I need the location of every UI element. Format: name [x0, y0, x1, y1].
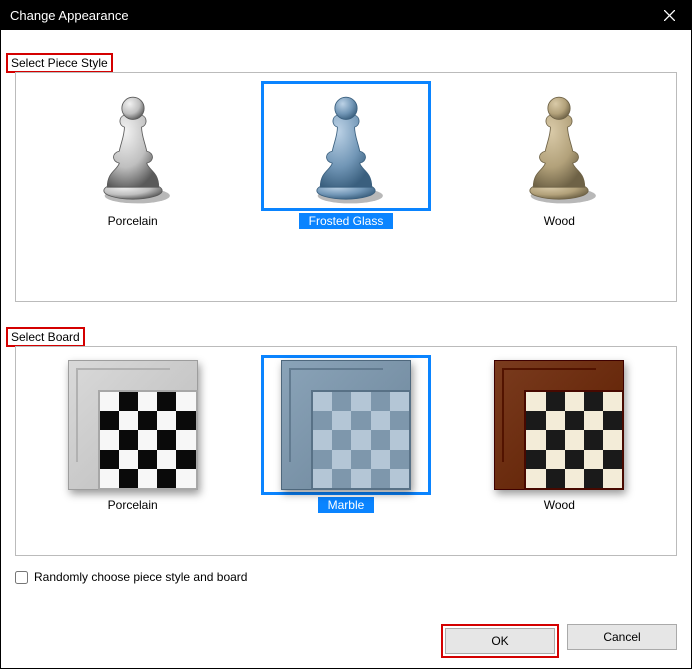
board-option-label: Porcelain: [98, 497, 168, 513]
board-option-label: Wood: [534, 497, 585, 513]
piece-option-porcelain[interactable]: Porcelain: [46, 81, 219, 229]
piece-option-label: Wood: [534, 213, 585, 229]
ok-button[interactable]: OK: [445, 628, 555, 654]
close-icon: [664, 10, 675, 21]
board-option-porcelain[interactable]: Porcelain: [46, 355, 219, 513]
pawn-icon: [301, 86, 391, 206]
board-option-label: Marble: [318, 497, 375, 513]
random-checkbox[interactable]: [15, 571, 28, 584]
board-option-wood[interactable]: Wood: [473, 355, 646, 513]
board-thumbnail: [261, 355, 431, 495]
board-option-marble[interactable]: Marble: [259, 355, 432, 513]
dialog-button-row: OK Cancel: [441, 624, 677, 658]
ok-button-highlight: OK: [441, 624, 559, 658]
piece-thumbnail: [261, 81, 431, 211]
board-thumbnail: [474, 355, 644, 495]
board-style-panel: Porcelain Marble Wood: [15, 346, 677, 556]
dialog-client-area: Select Piece Style Porcelain: [1, 30, 691, 668]
cancel-button[interactable]: Cancel: [567, 624, 677, 650]
pawn-icon: [88, 86, 178, 206]
pawn-icon: [514, 86, 604, 206]
random-checkbox-label: Randomly choose piece style and board: [34, 570, 247, 584]
random-checkbox-row[interactable]: Randomly choose piece style and board: [15, 570, 247, 584]
title-bar: Change Appearance: [0, 0, 692, 30]
piece-option-label: Frosted Glass: [299, 213, 394, 229]
piece-option-frosted-glass[interactable]: Frosted Glass: [259, 81, 432, 229]
section-label-piece-style: Select Piece Style: [6, 53, 113, 73]
close-button[interactable]: [647, 0, 692, 30]
window-title: Change Appearance: [10, 8, 129, 23]
piece-option-wood[interactable]: Wood: [473, 81, 646, 229]
board-thumbnail: [48, 355, 218, 495]
piece-thumbnail: [48, 81, 218, 211]
piece-style-panel: Porcelain Frosted Glass: [15, 72, 677, 302]
board-tile-icon: [494, 360, 624, 490]
board-tile-icon: [68, 360, 198, 490]
board-tile-icon: [281, 360, 411, 490]
piece-option-label: Porcelain: [98, 213, 168, 229]
section-label-board: Select Board: [6, 327, 85, 347]
piece-thumbnail: [474, 81, 644, 211]
